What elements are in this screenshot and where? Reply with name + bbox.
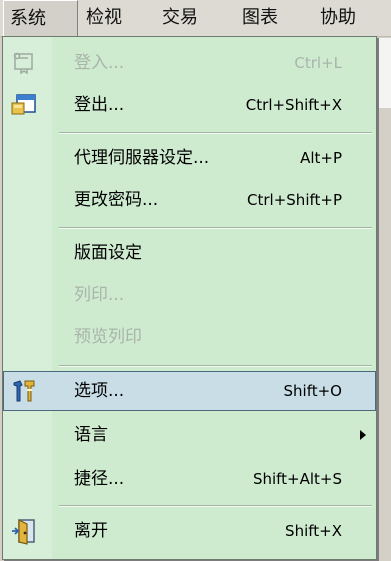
options-tools-icon [9, 377, 39, 405]
menubar-item-charts[interactable]: 图表 [236, 0, 306, 36]
menu-item-label: 登出... [74, 95, 125, 115]
menu-item-shortcut: Ctrl+Shift+P [247, 191, 342, 209]
menu-item-login[interactable]: 登入... Ctrl+L [3, 43, 376, 83]
menu-separator [59, 227, 372, 229]
menu-item-shortcut: Shift+X [285, 522, 342, 540]
menu-separator [59, 365, 372, 367]
menu-item-shortcuts[interactable]: 捷径... Shift+Alt+S [3, 459, 376, 499]
logout-icon [9, 91, 39, 119]
menu-item-shortcut: Ctrl+Shift+X [245, 96, 342, 114]
menu-item-logout[interactable]: 登出... Ctrl+Shift+X [3, 85, 376, 125]
menu-item-label: 版面设定 [74, 243, 142, 263]
menu-item-options[interactable]: 选项... Shift+O [3, 371, 376, 411]
menu-item-label: 语言 [74, 425, 108, 445]
exit-door-icon [9, 517, 39, 545]
menu-item-print-preview[interactable]: 预览列印 [3, 317, 376, 357]
menu-item-shortcut: Shift+Alt+S [252, 470, 342, 488]
menu-item-proxy-settings[interactable]: 代理伺服器设定... Alt+P [3, 138, 376, 178]
menu-item-print[interactable]: 列印... [3, 275, 376, 315]
menu-item-label: 登入... [74, 53, 125, 73]
menu-separator [59, 132, 372, 134]
menu-item-page-setup[interactable]: 版面设定 [3, 233, 376, 273]
menu-item-change-password[interactable]: 更改密码... Ctrl+Shift+P [3, 180, 376, 220]
menu-separator [59, 505, 372, 507]
menubar-item-trade[interactable]: 交易 [156, 0, 226, 36]
menu-item-label: 列印... [74, 285, 125, 305]
menubar-item-help[interactable]: 协助 [314, 0, 391, 36]
background-window-edge [377, 38, 391, 108]
login-key-icon [9, 49, 39, 77]
system-dropdown-menu: 登入... Ctrl+L 登出... Ctrl+Shift+X 代理伺服器设定.… [2, 36, 377, 560]
menu-item-shortcut: Ctrl+L [294, 54, 342, 72]
menu-item-label: 捷径... [74, 469, 125, 489]
menubar-item-view[interactable]: 检视 [80, 0, 150, 36]
menu-item-label: 更改密码... [74, 190, 159, 210]
menu-item-language[interactable]: 语言 [3, 415, 376, 455]
menu-item-label: 离开 [74, 521, 108, 541]
menu-item-shortcut: Shift+O [283, 382, 342, 400]
menu-item-label: 代理伺服器设定... [74, 148, 210, 168]
menu-bar: 系统 检视 交易 图表 协助 [0, 0, 391, 37]
menu-item-exit[interactable]: 离开 Shift+X [3, 511, 376, 551]
menubar-item-system[interactable]: 系统 [3, 0, 78, 36]
menu-item-label: 选项... [74, 381, 125, 401]
submenu-arrow-icon [360, 430, 366, 440]
menu-item-shortcut: Alt+P [300, 149, 342, 167]
menu-item-label: 预览列印 [74, 327, 142, 347]
